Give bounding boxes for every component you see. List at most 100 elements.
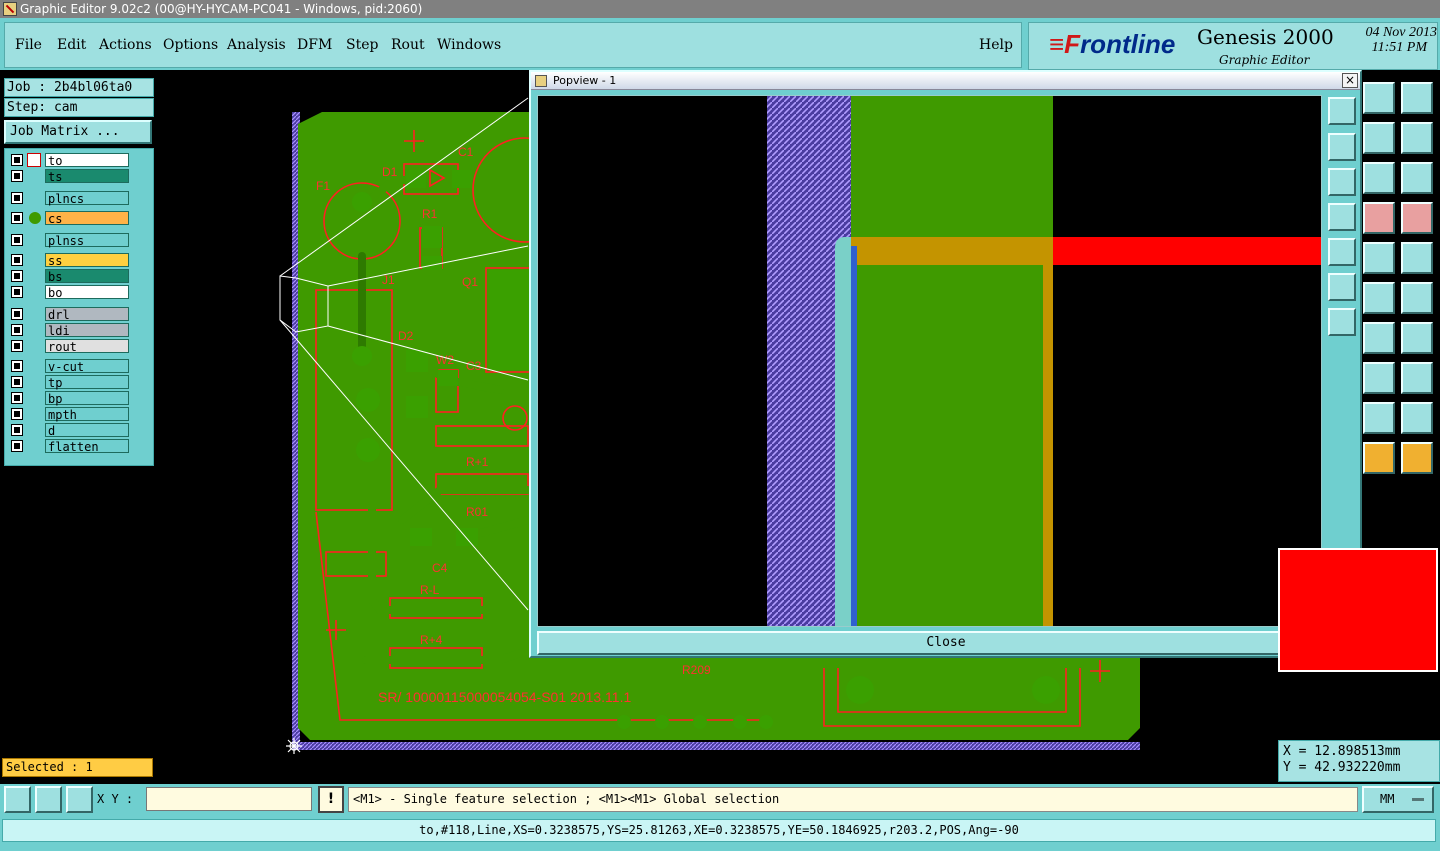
layer-row-bs[interactable]: bs xyxy=(9,269,129,284)
zoom-selected-line[interactable] xyxy=(835,237,851,626)
popview-close-button[interactable]: Close xyxy=(537,631,1355,655)
ruler-icon[interactable] xyxy=(1363,242,1395,274)
menu-step[interactable]: Step xyxy=(346,37,378,53)
layer-row-rout[interactable]: rout xyxy=(9,339,129,354)
layer-checkbox[interactable] xyxy=(11,376,23,388)
arc-icon[interactable] xyxy=(1363,322,1395,354)
layer-row-v-cut[interactable]: v-cut xyxy=(9,359,129,374)
layer-row-plnss[interactable]: plnss xyxy=(9,233,129,248)
layer-row-plncs[interactable]: plncs xyxy=(9,191,129,206)
layer-name[interactable]: bo xyxy=(45,285,129,300)
home-icon[interactable] xyxy=(1363,82,1395,114)
measure-icon[interactable] xyxy=(1363,362,1395,394)
xy-input[interactable] xyxy=(146,787,312,811)
layer-row-d[interactable]: d xyxy=(9,423,129,438)
layer-name[interactable]: tp xyxy=(45,375,129,390)
scale-1-2-icon[interactable] xyxy=(1363,162,1395,194)
help-question-icon[interactable] xyxy=(1401,162,1433,194)
layer-row-flatten[interactable]: flatten xyxy=(9,439,129,454)
menu-file[interactable]: File xyxy=(15,37,42,53)
menu-options[interactable]: Options xyxy=(163,37,218,53)
popview-zoomed-view[interactable] xyxy=(538,96,1323,626)
layer-name[interactable]: ss xyxy=(45,253,129,268)
popview-center-button[interactable] xyxy=(1328,308,1356,336)
popview-canvas[interactable] xyxy=(537,95,1323,627)
menu-analysis[interactable]: Analysis xyxy=(227,37,286,53)
snap-icon[interactable] xyxy=(1401,122,1433,154)
layer-row-ss[interactable]: ss xyxy=(9,253,129,268)
layer-name[interactable]: ldi xyxy=(45,323,129,338)
popview-down-button[interactable] xyxy=(1328,168,1356,196)
popview-left-button[interactable] xyxy=(1328,203,1356,231)
layer-row-cs[interactable]: cs xyxy=(9,211,129,226)
layer-row-tp[interactable]: tp xyxy=(9,375,129,390)
warning-button[interactable]: ! xyxy=(318,786,344,813)
layer-row-to[interactable]: to xyxy=(9,153,129,168)
layer-row-mpth[interactable]: mpth xyxy=(9,407,129,422)
text-a-icon[interactable] xyxy=(1363,402,1395,434)
popview-zoom-button[interactable] xyxy=(1328,97,1356,125)
select-cursor-icon[interactable] xyxy=(1363,442,1395,474)
layer-name[interactable]: bs xyxy=(45,269,129,284)
layer-checkbox[interactable] xyxy=(11,308,23,320)
menu-rout[interactable]: Rout xyxy=(391,37,425,53)
layer-checkbox[interactable] xyxy=(11,392,23,404)
popview-fit-button[interactable] xyxy=(1328,273,1356,301)
job-matrix-button[interactable]: Job Matrix ... xyxy=(4,120,152,144)
layer-checkbox[interactable] xyxy=(11,212,23,224)
net-disconnect-icon[interactable] xyxy=(1401,202,1433,234)
menu-windows[interactable]: Windows xyxy=(437,37,501,53)
popview-close-icon[interactable]: × xyxy=(1342,73,1358,88)
layer-name[interactable]: rout xyxy=(45,339,129,354)
menu-actions[interactable]: Actions xyxy=(99,37,152,53)
shapes-icon[interactable] xyxy=(1401,362,1433,394)
measure-angle-icon[interactable] xyxy=(35,786,62,813)
layer-name[interactable]: v-cut xyxy=(45,359,129,374)
layer-checkbox[interactable] xyxy=(11,340,23,352)
line-add-icon[interactable] xyxy=(1363,282,1395,314)
layer-name[interactable]: d xyxy=(45,423,129,438)
font-icon[interactable] xyxy=(1401,322,1433,354)
popview-right-button[interactable] xyxy=(1328,238,1356,266)
layer-name[interactable]: drl xyxy=(45,307,129,322)
layer-name[interactable]: bp xyxy=(45,391,129,406)
layer-name[interactable]: ts xyxy=(45,169,129,184)
layer-checkbox[interactable] xyxy=(11,424,23,436)
pad-circle-icon[interactable] xyxy=(1401,242,1433,274)
menu-dfm[interactable]: DFM xyxy=(297,37,332,53)
layer-checkbox[interactable] xyxy=(11,170,23,182)
layer-checkbox[interactable] xyxy=(11,270,23,282)
net-connect-icon[interactable] xyxy=(1363,202,1395,234)
layer-row-bp[interactable]: bp xyxy=(9,391,129,406)
layer-name[interactable]: plnss xyxy=(45,233,129,248)
layer-name[interactable]: flatten xyxy=(45,439,129,454)
popview-up-button[interactable] xyxy=(1328,133,1356,161)
layer-row-drl[interactable]: drl xyxy=(9,307,129,322)
text-a-red-icon[interactable] xyxy=(1401,402,1433,434)
layer-row-ts[interactable]: ts xyxy=(9,169,129,184)
route-select-icon[interactable] xyxy=(1401,442,1433,474)
layer-checkbox[interactable] xyxy=(11,192,23,204)
menu-edit[interactable]: Edit xyxy=(57,37,86,53)
layer-name[interactable]: mpth xyxy=(45,407,129,422)
zoom-area-icon[interactable] xyxy=(4,786,31,813)
layer-row-ldi[interactable]: ldi xyxy=(9,323,129,338)
undo-zoom-icon[interactable] xyxy=(1363,122,1395,154)
layer-checkbox[interactable] xyxy=(11,234,23,246)
layer-name[interactable]: cs xyxy=(45,211,129,226)
layer-checkbox[interactable] xyxy=(11,286,23,298)
layer-checkbox[interactable] xyxy=(11,254,23,266)
layer-name[interactable]: plncs xyxy=(45,191,129,206)
grid-icon[interactable] xyxy=(66,786,93,813)
layer-checkbox[interactable] xyxy=(11,154,23,166)
window-split-icon[interactable] xyxy=(1401,82,1433,114)
line-edit-icon[interactable] xyxy=(1401,282,1433,314)
layer-checkbox[interactable] xyxy=(11,324,23,336)
units-select[interactable]: MM xyxy=(1362,786,1434,813)
layer-checkbox[interactable] xyxy=(11,408,23,420)
menu-help[interactable]: Help xyxy=(979,37,1013,53)
layer-name[interactable]: to xyxy=(45,153,129,168)
layer-row-bo[interactable]: bo xyxy=(9,285,129,300)
layer-checkbox[interactable] xyxy=(11,360,23,372)
layer-checkbox[interactable] xyxy=(11,440,23,452)
